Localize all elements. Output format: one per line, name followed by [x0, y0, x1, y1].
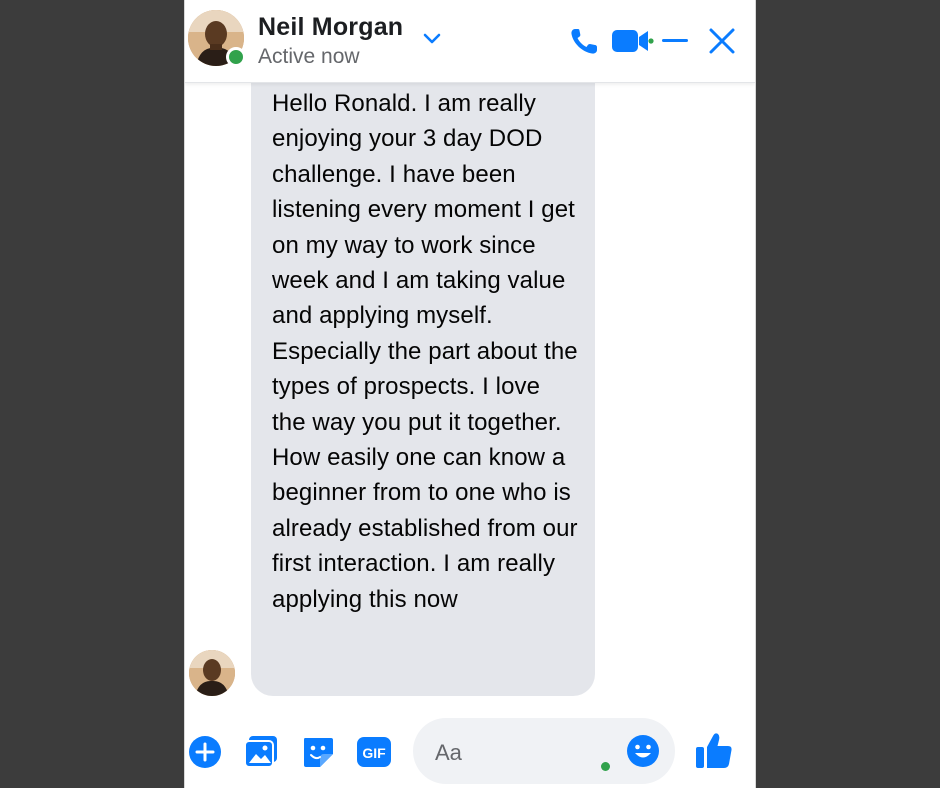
- online-indicator: [226, 47, 246, 67]
- online-dot: [601, 762, 610, 771]
- sticker-icon[interactable]: [300, 734, 336, 770]
- minimize-icon[interactable]: [660, 30, 690, 50]
- message-input-placeholder: Aa: [435, 740, 462, 765]
- contact-status: Active now: [258, 45, 360, 68]
- emoji-icon[interactable]: [625, 733, 661, 769]
- sender-avatar: [189, 650, 235, 696]
- svg-text:GIF: GIF: [362, 745, 386, 761]
- composer-bar: GIF Aa: [185, 712, 755, 788]
- photo-icon[interactable]: [243, 734, 281, 770]
- contact-avatar[interactable]: [188, 10, 246, 68]
- close-icon[interactable]: [707, 26, 737, 56]
- contact-name[interactable]: Neil Morgan: [258, 13, 403, 42]
- phone-icon[interactable]: [569, 26, 601, 56]
- message-input[interactable]: Aa: [413, 718, 675, 784]
- gif-icon[interactable]: GIF: [355, 735, 393, 769]
- message-bubble[interactable]: Hello Ronald. I am really enjoying your …: [251, 58, 595, 696]
- chevron-down-icon[interactable]: [421, 30, 443, 46]
- plus-circle-icon[interactable]: [187, 734, 223, 770]
- video-camera-icon[interactable]: [611, 28, 655, 54]
- chat-header: Neil Morgan Active now: [185, 0, 755, 83]
- chat-window: Neil Morgan Active now Hello Ronald. I a…: [184, 0, 756, 788]
- thumbs-up-icon[interactable]: [693, 730, 735, 772]
